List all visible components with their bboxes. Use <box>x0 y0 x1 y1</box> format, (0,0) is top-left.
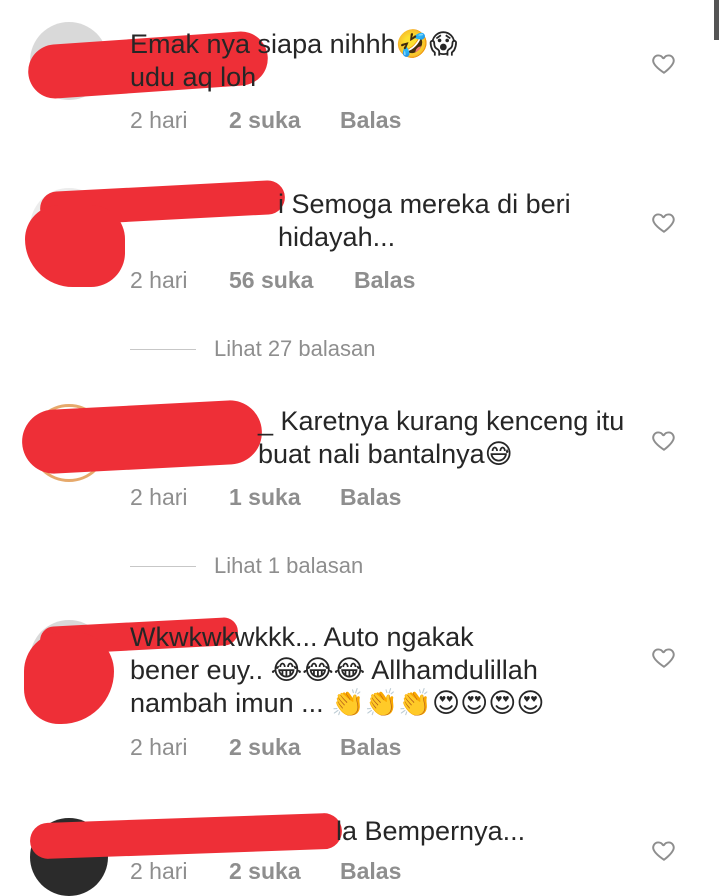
comment-text: Emak nya siapa nihhh🤣😱 udu aq loh <box>130 29 458 92</box>
view-replies-label[interactable]: Lihat 27 balasan <box>214 336 375 362</box>
comment-likes[interactable]: 2 suka <box>229 858 340 885</box>
comment-time: 2 hari <box>130 107 188 133</box>
comment-text: i Semoga mereka di beri hidayah... <box>278 189 571 252</box>
heart-icon[interactable] <box>651 427 677 453</box>
comment-time: 2 hari <box>130 734 188 760</box>
comment-likes[interactable]: 56 suka <box>229 267 354 294</box>
view-replies-link[interactable]: Lihat 1 balasan <box>130 553 363 579</box>
reply-button[interactable]: Balas <box>340 484 401 511</box>
scroll-indicator <box>714 0 719 40</box>
reply-button[interactable]: Balas <box>340 734 401 761</box>
comment-meta: 2 hari 56 suka Balas <box>130 267 415 294</box>
comment-text: _ Karetnya kurang kenceng itu buat nali … <box>258 406 625 469</box>
thread-line <box>130 348 196 350</box>
view-replies-link[interactable]: Lihat 27 balasan <box>130 336 375 362</box>
comment-meta: 2 hari 2 suka Balas <box>130 858 401 885</box>
thread-line <box>130 565 196 567</box>
reply-button[interactable]: Balas <box>340 107 401 134</box>
redaction-mark <box>20 398 264 476</box>
heart-icon[interactable] <box>651 837 677 863</box>
heart-icon[interactable] <box>651 209 677 235</box>
reply-button[interactable]: Balas <box>354 267 415 294</box>
heart-icon[interactable] <box>651 644 677 670</box>
comment-meta: 2 hari 2 suka Balas <box>130 734 401 761</box>
comment-text: la Bempernya... <box>336 816 526 846</box>
comment-meta: 2 hari 1 suka Balas <box>130 484 401 511</box>
comment-likes[interactable]: 2 suka <box>229 107 340 134</box>
redaction-mark <box>25 205 125 287</box>
comment-time: 2 hari <box>130 267 188 293</box>
comment-likes[interactable]: 2 suka <box>229 734 340 761</box>
comment-time: 2 hari <box>130 484 188 510</box>
comment-likes[interactable]: 1 suka <box>229 484 340 511</box>
heart-icon[interactable] <box>651 50 677 76</box>
comment-text: Wkwkwkwkkk... Auto ngakak bener euy.. 😂😂… <box>130 622 545 718</box>
comment-meta: 2 hari 2 suka Balas <box>130 107 401 134</box>
view-replies-label[interactable]: Lihat 1 balasan <box>214 553 363 579</box>
comment-time: 2 hari <box>130 858 188 884</box>
reply-button[interactable]: Balas <box>340 858 401 885</box>
redaction-mark <box>24 632 114 724</box>
